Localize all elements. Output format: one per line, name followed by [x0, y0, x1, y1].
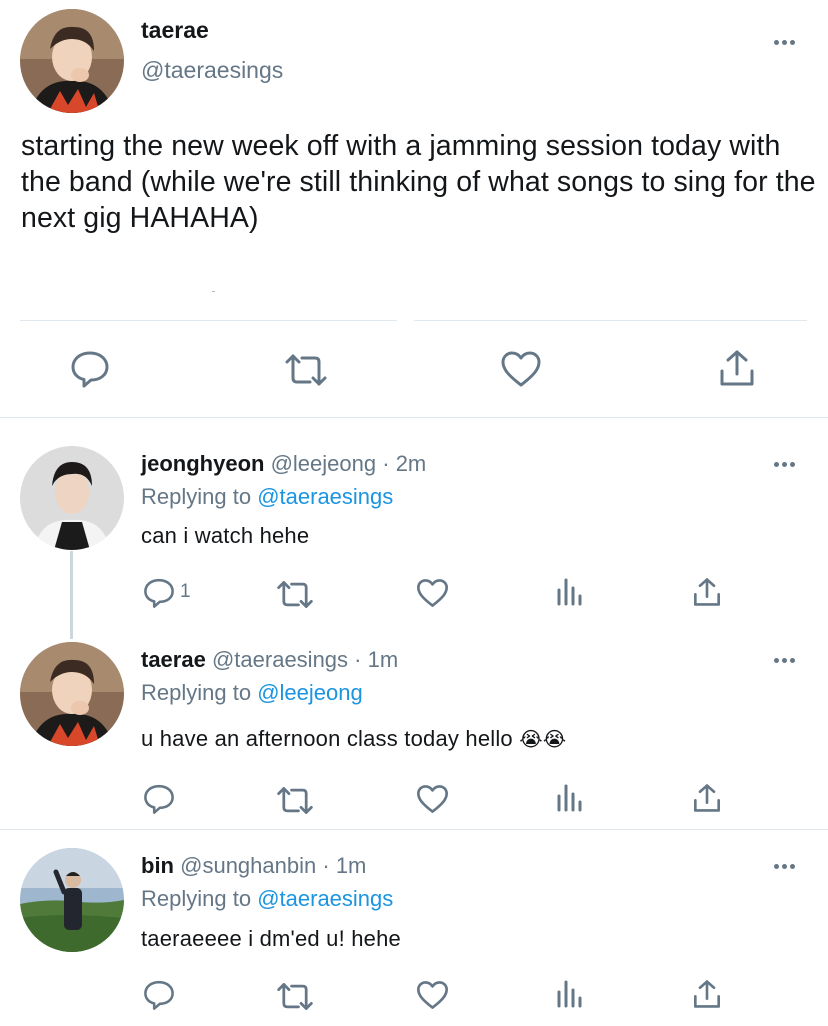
retweet-icon[interactable]	[276, 579, 314, 610]
share-icon[interactable]	[693, 577, 721, 607]
reply-divider	[0, 829, 828, 830]
reply-2-separator: ·	[354, 647, 362, 672]
reply-1-time[interactable]: 2m	[396, 451, 427, 476]
main-tweet-display-name[interactable]: taerae	[141, 17, 209, 44]
analytics-icon[interactable]	[556, 784, 584, 812]
reply-3-handle[interactable]: @sunghanbin	[180, 853, 316, 878]
analytics-icon[interactable]	[556, 578, 584, 606]
thread-line	[70, 551, 73, 639]
share-icon[interactable]	[693, 783, 721, 813]
reply-3-display-name[interactable]: bin	[141, 853, 174, 878]
media-edge-left	[20, 320, 397, 321]
analytics-icon[interactable]	[556, 980, 584, 1008]
replying-label: Replying to	[141, 680, 252, 705]
reply-2-display-name[interactable]: taerae	[141, 647, 206, 672]
like-icon[interactable]	[416, 578, 449, 608]
reply-2-time[interactable]: 1m	[368, 647, 399, 672]
reply-1-comment-count: 1	[180, 581, 191, 602]
reply-1-handle[interactable]: @leejeong	[271, 451, 377, 476]
replying-to-link[interactable]: @taeraesings	[257, 484, 393, 509]
reply-2-replying-line: Replying to @leejeong	[141, 680, 363, 706]
more-options-icon[interactable]	[774, 459, 802, 469]
media-edge-right	[414, 320, 807, 321]
reply-2-text-line: u have an afternoon class today hello 😭😭	[141, 726, 566, 752]
replying-label: Replying to	[141, 484, 252, 509]
share-icon[interactable]	[693, 979, 721, 1009]
reply-3-separator: ·	[322, 853, 330, 878]
comment-icon[interactable]	[143, 577, 175, 609]
reply-2-meta: taerae @taeraesings · 1m	[141, 647, 398, 673]
main-tweet-text: starting the new week off with a jamming…	[21, 130, 816, 234]
comment-icon[interactable]	[143, 979, 175, 1011]
reply-1-display-name[interactable]: jeonghyeon	[141, 451, 264, 476]
reply-1-separator: ·	[382, 451, 390, 476]
like-icon[interactable]	[416, 784, 449, 814]
avatar-jeonghyeon[interactable]	[20, 446, 124, 550]
main-tweet-divider	[0, 417, 828, 418]
reply-2-text: u have an afternoon class today hello	[141, 726, 513, 751]
reply-1-text: can i watch hehe	[141, 523, 310, 548]
replying-label: Replying to	[141, 886, 252, 911]
replying-to-link[interactable]: @leejeong	[257, 680, 363, 705]
avatar-taerae[interactable]	[20, 9, 124, 113]
comment-icon[interactable]	[143, 783, 175, 815]
avatar-taerae[interactable]	[20, 642, 124, 746]
reply-3-replying-line: Replying to @taeraesings	[141, 886, 393, 912]
reply-3-time[interactable]: 1m	[336, 853, 367, 878]
reply-3-text: taeraeeee i dm'ed u! hehe	[141, 926, 401, 951]
comment-icon[interactable]	[70, 349, 110, 389]
retweet-icon[interactable]	[276, 785, 314, 816]
more-options-icon[interactable]	[774, 655, 802, 665]
reply-1-replying-line: Replying to @taeraesings	[141, 484, 393, 510]
replying-to-link[interactable]: @taeraesings	[257, 886, 393, 911]
media-dot	[212, 291, 215, 292]
share-icon[interactable]	[719, 349, 755, 387]
main-tweet-handle[interactable]: @taeraesings	[141, 57, 283, 84]
reply-1-meta: jeonghyeon @leejeong · 2m	[141, 451, 426, 477]
crying-emoji-icon: 😭😭	[519, 729, 567, 751]
avatar-bin[interactable]	[20, 848, 124, 952]
reply-2-handle[interactable]: @taeraesings	[212, 647, 348, 672]
retweet-icon[interactable]	[276, 981, 314, 1012]
retweet-icon[interactable]	[284, 352, 328, 388]
like-icon[interactable]	[500, 350, 542, 388]
reply-3-meta: bin @sunghanbin · 1m	[141, 853, 366, 879]
more-options-icon[interactable]	[774, 861, 802, 871]
more-options-icon[interactable]	[774, 37, 802, 47]
like-icon[interactable]	[416, 980, 449, 1010]
